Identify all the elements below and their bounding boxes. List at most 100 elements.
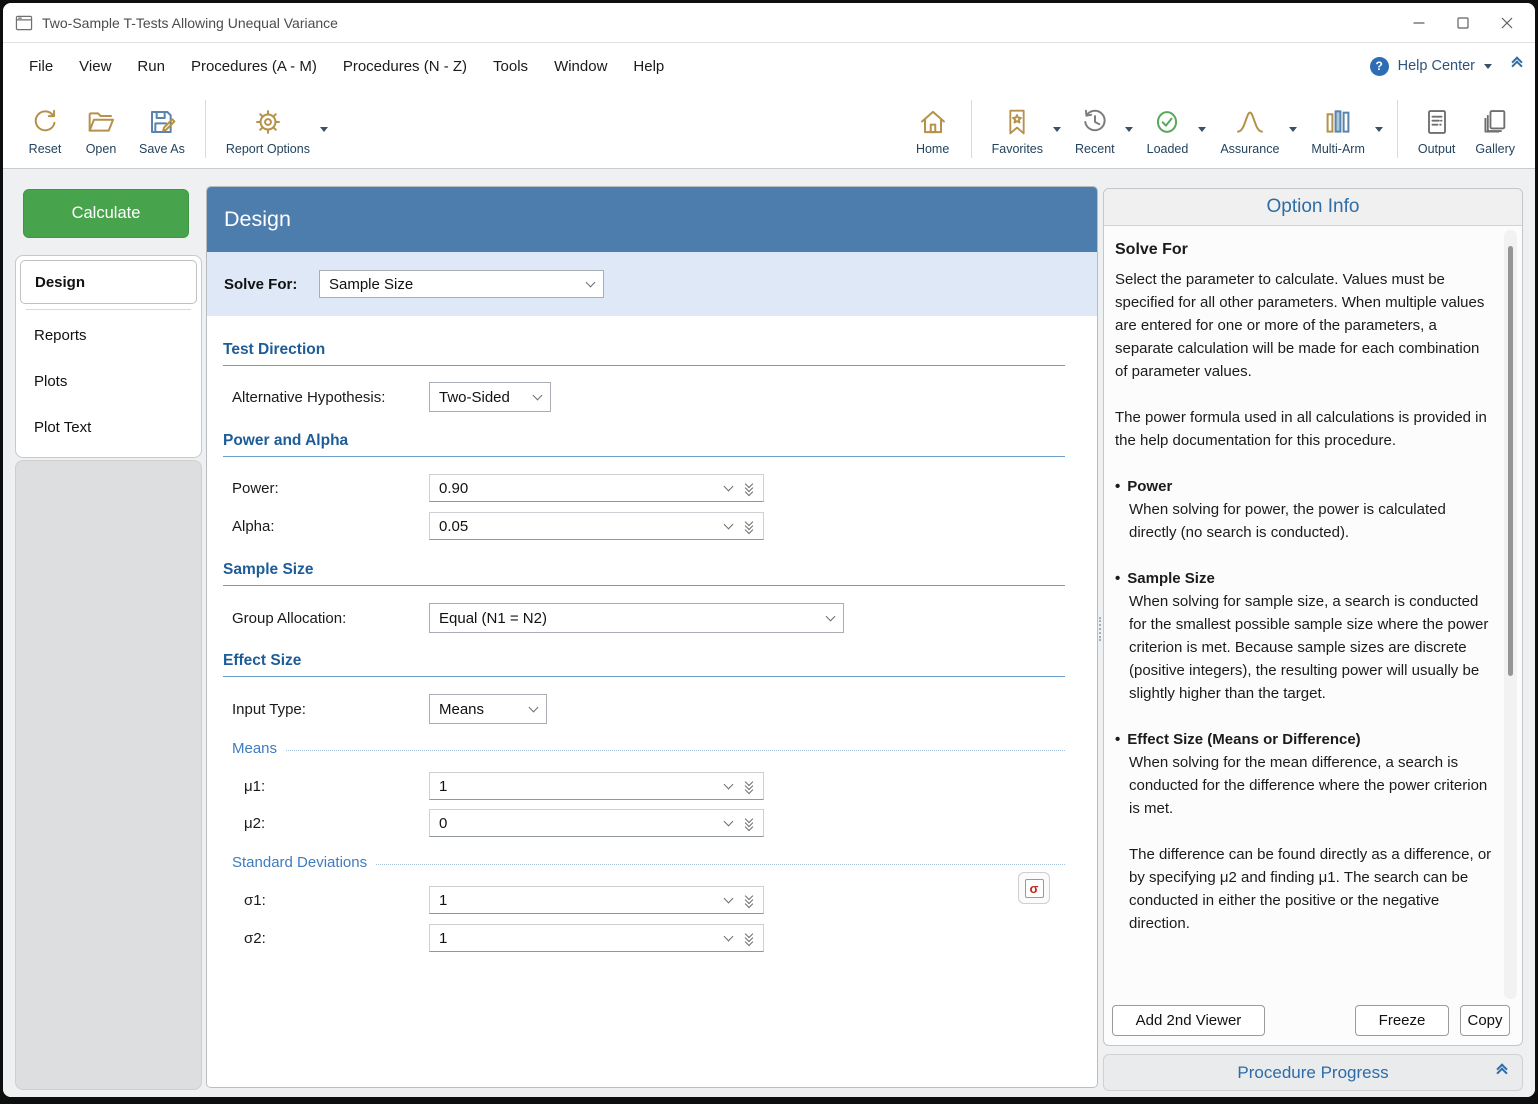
input-type-label: Input Type: <box>232 694 429 724</box>
toolbar-label: Reset <box>29 142 62 156</box>
toolbar-label: Home <box>916 142 949 156</box>
chevron-down-icon <box>724 481 734 491</box>
alpha-input[interactable]: 0.05 <box>429 512 764 540</box>
favorites-button[interactable]: Favorites <box>982 99 1065 159</box>
sigma1-label: σ1: <box>232 886 429 914</box>
close-button[interactable] <box>1485 3 1529 43</box>
dropdown-caret-icon[interactable] <box>320 127 328 132</box>
menu-file[interactable]: File <box>16 52 66 81</box>
mu1-row: μ1: 1 <box>232 772 1065 800</box>
option-info-paragraph: Select the parameter to calculate. Value… <box>1115 268 1492 383</box>
mu2-row: μ2: 0 <box>232 809 1065 837</box>
minimize-button[interactable] <box>1397 3 1441 43</box>
multi-value-icon[interactable] <box>746 931 752 945</box>
dropdown-caret-icon[interactable] <box>1289 127 1297 132</box>
toolbar-label: Report Options <box>226 142 310 156</box>
open-folder-icon <box>85 104 117 140</box>
dropdown-caret-icon[interactable] <box>1198 127 1206 132</box>
option-info-paragraph: The power formula used in all calculatio… <box>1115 406 1492 452</box>
sigma1-row: σ1: 1 <box>232 886 1065 914</box>
power-input[interactable]: 0.90 <box>429 474 764 502</box>
tab-plots[interactable]: Plots <box>20 358 197 404</box>
sigma2-input[interactable]: 1 <box>429 924 764 952</box>
design-form: Test Direction Alternative Hypothesis: T… <box>207 316 1097 1088</box>
sidebar-tabs: Design Reports Plots Plot Text <box>15 255 202 458</box>
panel-splitter-handle[interactable] <box>1099 617 1101 641</box>
power-label: Power: <box>232 474 429 502</box>
input-type-select[interactable]: Means <box>429 694 547 724</box>
dropdown-caret-icon[interactable] <box>1125 127 1133 132</box>
check-circle-icon <box>1151 104 1183 140</box>
multi-value-icon[interactable] <box>746 893 752 907</box>
solve-for-select[interactable]: Sample Size <box>319 270 604 298</box>
multi-value-icon[interactable] <box>746 519 752 533</box>
copy-button[interactable]: Copy <box>1460 1005 1510 1036</box>
multi-value-icon[interactable] <box>746 816 752 830</box>
procedure-progress-bar[interactable]: Procedure Progress <box>1103 1054 1523 1091</box>
workspace: Calculate Design Reports Plots Plot Text… <box>3 169 1535 1097</box>
bullet-effect-size: Effect Size (Means or Difference) When s… <box>1115 728 1492 935</box>
toolbar-label: Multi-Arm <box>1311 142 1364 156</box>
bookmark-star-icon <box>1001 104 1033 140</box>
dropdown-caret-icon[interactable] <box>1375 127 1383 132</box>
chevron-down-icon <box>586 277 596 287</box>
collapse-ribbon-icon[interactable] <box>1513 62 1521 70</box>
maximize-button[interactable] <box>1441 3 1485 43</box>
menu-procedures-a-m[interactable]: Procedures (A - M) <box>178 52 330 81</box>
sigma-tool-button[interactable]: σ <box>1018 872 1050 904</box>
freeze-button[interactable]: Freeze <box>1355 1005 1449 1036</box>
menu-view[interactable]: View <box>66 52 124 81</box>
open-button[interactable]: Open <box>73 99 129 159</box>
chevron-down-icon <box>724 779 734 789</box>
help-circle-icon[interactable]: ? <box>1370 57 1389 76</box>
window-title: Two-Sample T-Tests Allowing Unequal Vari… <box>42 15 338 31</box>
design-panel: Design Solve For: Sample Size Test Direc… <box>206 186 1098 1088</box>
tab-design[interactable]: Design <box>20 260 197 304</box>
reset-button[interactable]: Reset <box>17 99 73 159</box>
menu-tools[interactable]: Tools <box>480 52 541 81</box>
assurance-button[interactable]: Assurance <box>1210 99 1301 159</box>
toolbar-label: Open <box>86 142 117 156</box>
menu-run[interactable]: Run <box>124 52 178 81</box>
tab-reports[interactable]: Reports <box>20 312 197 358</box>
dropdown-caret-icon[interactable] <box>1053 127 1061 132</box>
mu1-input[interactable]: 1 <box>429 772 764 800</box>
gear-icon <box>252 104 284 140</box>
help-center-link[interactable]: Help Center <box>1398 58 1475 74</box>
output-button[interactable]: Output <box>1408 99 1466 159</box>
multi-value-icon[interactable] <box>746 779 752 793</box>
menu-procedures-n-z[interactable]: Procedures (N - Z) <box>330 52 480 81</box>
menubar: File View Run Procedures (A - M) Procedu… <box>3 43 1535 89</box>
add-2nd-viewer-button[interactable]: Add 2nd Viewer <box>1112 1005 1265 1036</box>
multi-arm-button[interactable]: Multi-Arm <box>1301 99 1386 159</box>
home-button[interactable]: Home <box>905 99 961 159</box>
group-allocation-select[interactable]: Equal (N1 = N2) <box>429 603 844 633</box>
option-info-title: Option Info <box>1104 189 1522 226</box>
menu-window[interactable]: Window <box>541 52 620 81</box>
procedure-progress-label: Procedure Progress <box>1237 1063 1388 1083</box>
recent-button[interactable]: Recent <box>1065 99 1137 159</box>
help-center-caret-icon[interactable] <box>1484 64 1492 69</box>
subsection-standard-deviations: Standard Deviations <box>232 854 1065 871</box>
menu-help[interactable]: Help <box>620 52 677 81</box>
calculate-button[interactable]: Calculate <box>23 189 189 238</box>
save-as-button[interactable]: Save As <box>129 99 195 159</box>
titlebar: Two-Sample T-Tests Allowing Unequal Vari… <box>3 3 1535 43</box>
chevron-down-icon <box>826 611 836 621</box>
tab-plot-text[interactable]: Plot Text <box>20 404 197 450</box>
scrollbar-thumb[interactable] <box>1508 246 1513 676</box>
alt-hypothesis-select[interactable]: Two-Sided <box>429 382 551 412</box>
subsection-means: Means <box>232 740 1065 757</box>
sigma1-input[interactable]: 1 <box>429 886 764 914</box>
clock-icon <box>1079 104 1111 140</box>
mu2-label: μ2: <box>232 809 429 837</box>
reset-icon <box>29 104 61 140</box>
report-options-button[interactable]: Report Options <box>216 99 332 159</box>
toolbar-separator <box>1397 100 1398 158</box>
collapse-progress-icon[interactable] <box>1498 1069 1506 1077</box>
multi-value-icon[interactable] <box>746 481 752 495</box>
gallery-button[interactable]: Gallery <box>1465 99 1525 159</box>
mu2-input[interactable]: 0 <box>429 809 764 837</box>
loaded-button[interactable]: Loaded <box>1137 99 1211 159</box>
section-sample-size: Sample Size <box>223 561 1065 586</box>
